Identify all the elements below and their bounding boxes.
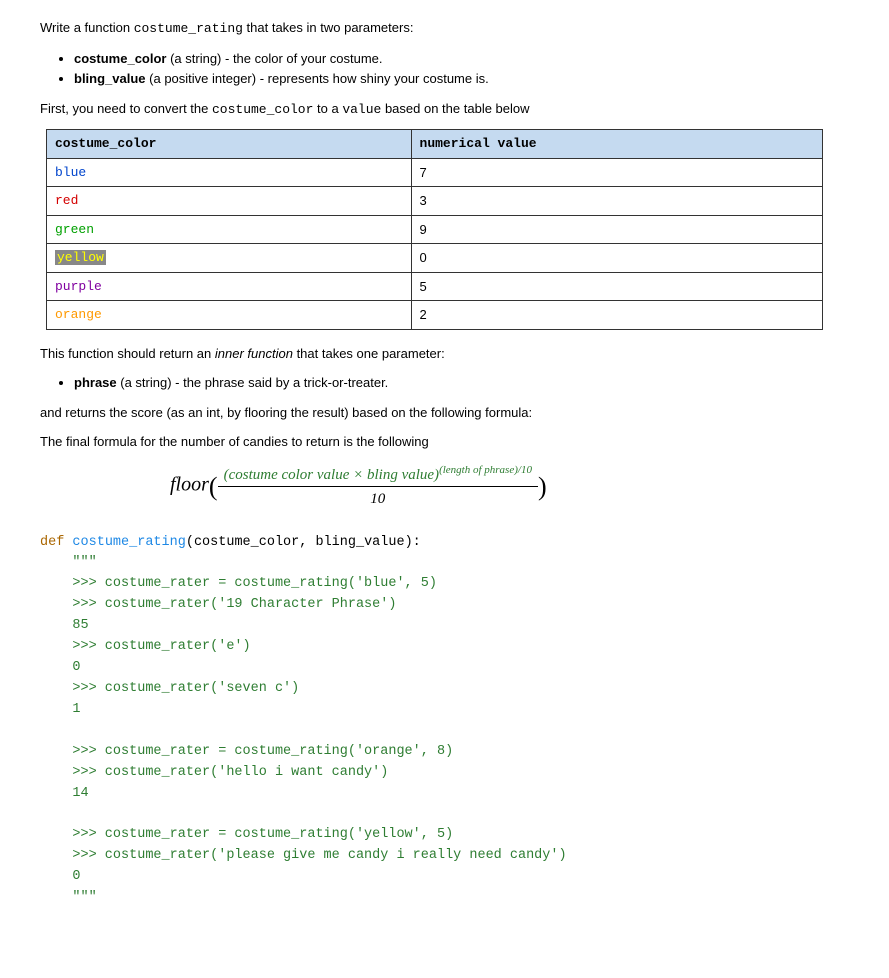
inner-pre: This function should return an (40, 346, 215, 361)
code-doctest-result: 0 (72, 869, 80, 884)
code-doctest-result: 85 (72, 618, 88, 633)
param-name: phrase (74, 375, 117, 390)
code-doctest-line: >>> costume_rater = costume_rating('oran… (72, 744, 453, 759)
inner-em: inner function (215, 346, 293, 361)
code-doctest-line: >>> costume_rater('hello i want candy') (72, 765, 388, 780)
table-cell-value: 3 (411, 187, 822, 216)
table-row: orange 2 (47, 301, 823, 330)
table-cell-color: yellow (47, 244, 412, 273)
formula: floor( (costume color value × bling valu… (170, 462, 849, 511)
table-cell-color: red (47, 187, 412, 216)
final-formula-intro: The final formula for the number of cand… (40, 432, 849, 452)
code-docstring-open: """ (72, 555, 96, 570)
color-name: blue (55, 165, 86, 180)
intro-params-list: costume_color (a string) - the color of … (40, 49, 849, 89)
param-name: costume_color (74, 51, 166, 66)
code-doctest-line: >>> costume_rater('please give me candy … (72, 848, 566, 863)
convert-code-2: value (342, 102, 381, 117)
inner-post: that takes one parameter: (293, 346, 445, 361)
code-def-kw: def (40, 535, 64, 550)
convert-pre: First, you need to convert the (40, 101, 212, 116)
inner-param-list: phrase (a string) - the phrase said by a… (40, 373, 849, 393)
returns-paragraph: and returns the score (as an int, by flo… (40, 403, 849, 423)
color-name: purple (55, 279, 102, 294)
code-doctest-line: >>> costume_rater = costume_rating('yell… (72, 827, 453, 842)
color-name: red (55, 193, 78, 208)
param-desc: (a string) - the phrase said by a trick-… (117, 375, 389, 390)
table-row: red 3 (47, 187, 823, 216)
color-name: green (55, 222, 94, 237)
table-row: blue 7 (47, 158, 823, 187)
code-doctest-line: >>> costume_rater('19 Character Phrase') (72, 597, 396, 612)
table-row: purple 5 (47, 272, 823, 301)
convert-post: based on the table below (381, 101, 529, 116)
table-cell-value: 2 (411, 301, 822, 330)
table-header-color: costume_color (47, 130, 412, 159)
code-doctest-result: 1 (72, 702, 80, 717)
param-name: bling_value (74, 71, 146, 86)
param-desc: (a string) - the color of your costume. (166, 51, 382, 66)
code-doctest-line: >>> costume_rater = costume_rating('blue… (72, 576, 437, 591)
color-value-table: costume_color numerical value blue7red3g… (46, 129, 823, 330)
formula-rparen: ) (538, 472, 547, 501)
list-item: bling_value (a positive integer) - repre… (74, 69, 849, 89)
table-cell-color: orange (47, 301, 412, 330)
table-cell-value: 0 (411, 244, 822, 273)
convert-mid: to a (313, 101, 342, 116)
table-header-value: numerical value (411, 130, 822, 159)
formula-fraction: (costume color value × bling value)(leng… (218, 462, 538, 511)
formula-exponent: (length of phrase)/10 (439, 464, 532, 476)
convert-code-1: costume_color (212, 102, 313, 117)
intro-text-pre: Write a function (40, 20, 134, 35)
formula-floor: floor (170, 473, 209, 495)
inner-fn-paragraph: This function should return an inner fun… (40, 344, 849, 364)
color-name: yellow (55, 250, 106, 265)
table-row: yellow 0 (47, 244, 823, 273)
formula-num-text: (costume color value × bling value) (224, 467, 439, 483)
intro-code-fn: costume_rating (134, 21, 243, 36)
table-cell-color: purple (47, 272, 412, 301)
list-item: phrase (a string) - the phrase said by a… (74, 373, 849, 393)
convert-paragraph: First, you need to convert the costume_c… (40, 99, 849, 120)
param-desc: (a positive integer) - represents how sh… (146, 71, 489, 86)
intro-text-post: that takes in two parameters: (243, 20, 414, 35)
intro-paragraph: Write a function costume_rating that tak… (40, 18, 849, 39)
table-row: green 9 (47, 215, 823, 244)
table-cell-value: 7 (411, 158, 822, 187)
table-header-row: costume_color numerical value (47, 130, 823, 159)
formula-numerator: (costume color value × bling value)(leng… (218, 462, 538, 488)
table-cell-value: 9 (411, 215, 822, 244)
code-doctest-line: >>> costume_rater('seven c') (72, 681, 299, 696)
color-name: orange (55, 307, 102, 322)
formula-denominator: 10 (218, 487, 538, 511)
list-item: costume_color (a string) - the color of … (74, 49, 849, 69)
table-cell-color: blue (47, 158, 412, 187)
table-cell-color: green (47, 215, 412, 244)
code-def-name: costume_rating (72, 535, 185, 550)
table-cell-value: 5 (411, 272, 822, 301)
code-docstring-close: """ (72, 890, 96, 905)
code-def-params: (costume_color, bling_value): (186, 535, 421, 550)
code-doctest-line: >>> costume_rater('e') (72, 639, 250, 654)
formula-lparen: ( (209, 472, 218, 501)
code-doctest-result: 0 (72, 660, 80, 675)
code-doctest-result: 14 (72, 786, 88, 801)
code-block: def costume_rating(costume_color, bling_… (40, 533, 849, 910)
